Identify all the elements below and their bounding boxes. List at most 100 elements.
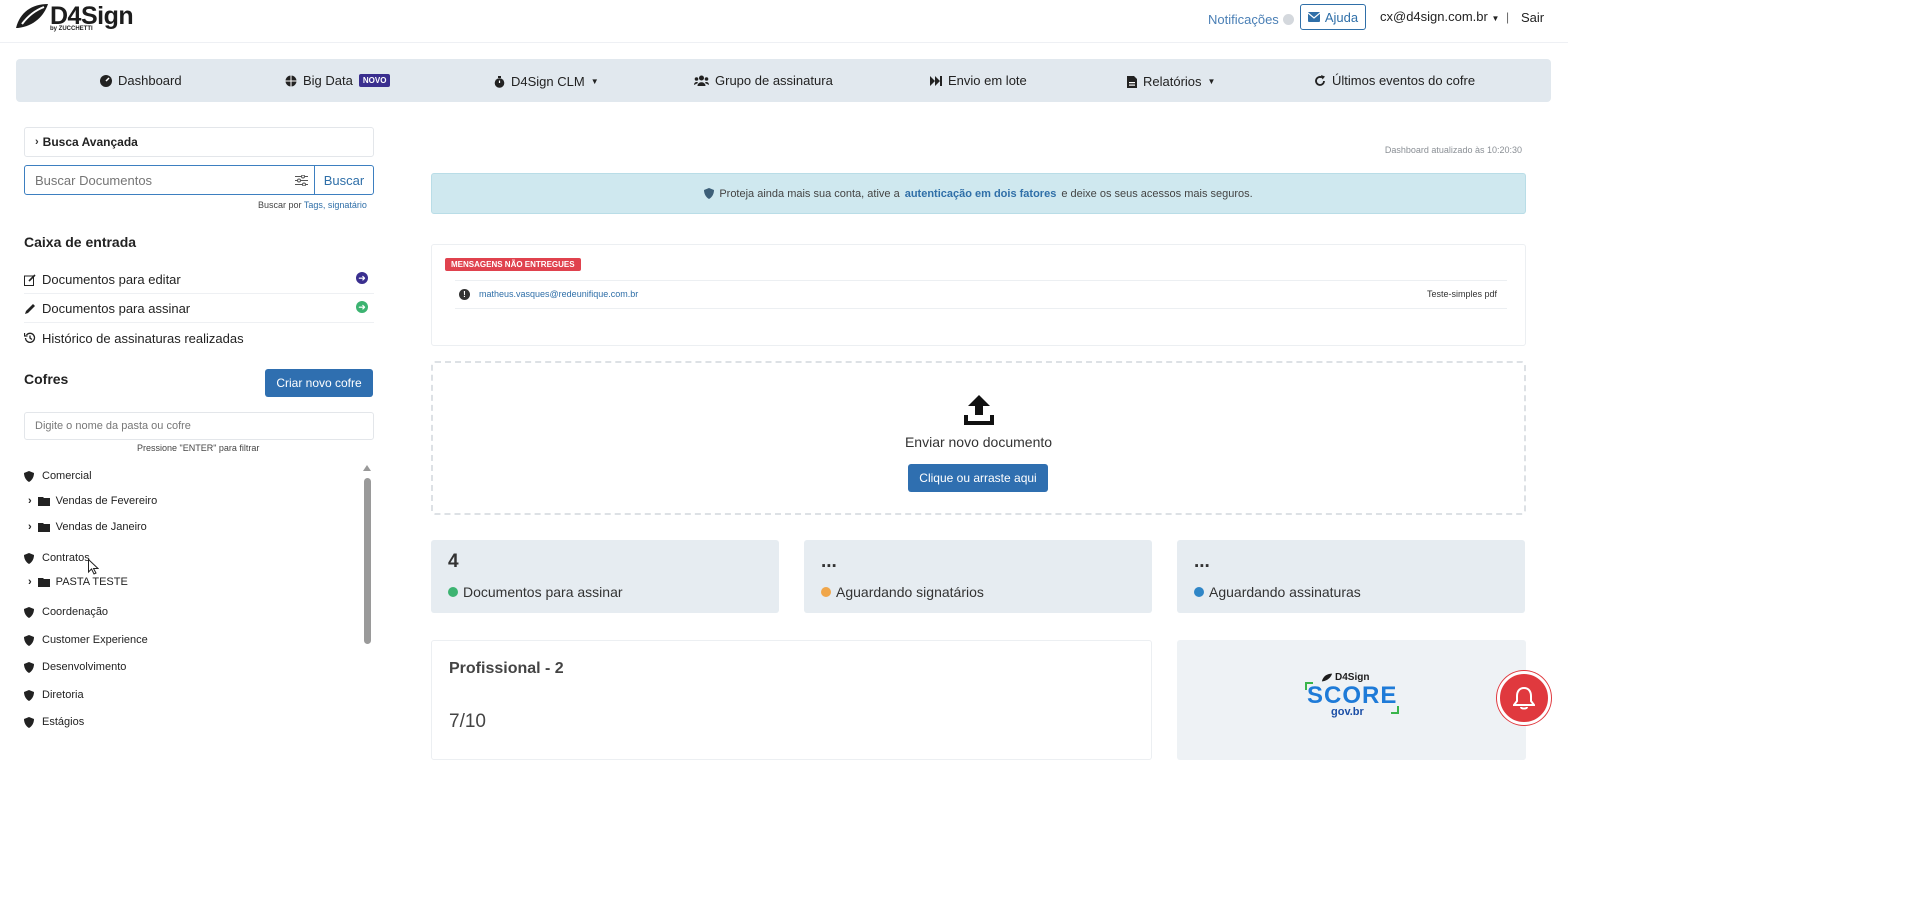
nav-dashboard[interactable]: Dashboard [100,73,182,88]
folder-icon [37,523,50,532]
main-nav: Dashboard Big Data NOVO D4Sign CLM ▼ Gru… [16,59,1551,102]
search-button[interactable]: Buscar [314,166,373,194]
cofre-label: Desenvolvimento [42,661,127,673]
folder-filter-hint: Pressione "ENTER" para filtrar [137,443,260,453]
nav-lote[interactable]: Envio em lote [930,73,1027,88]
chevron-right-icon: › [28,521,32,533]
message-email[interactable]: matheus.vasques@redeunifique.com.br [479,289,638,299]
stat-label-text: Aguardando signatários [836,584,984,600]
govbr-text: gov.br [1331,706,1364,718]
notification-bell-button[interactable] [1497,671,1551,725]
leaf-logo-icon [1321,673,1333,682]
inbox-sign-documents[interactable]: Documentos para assinar ➜ [24,295,374,323]
stat-card-to-sign[interactable]: 4 Documentos para assinar [431,540,779,613]
bell-icon [1513,686,1535,710]
logout-link[interactable]: Sair [1521,10,1544,25]
history-icon [24,332,36,343]
search-hint-links[interactable]: Tags, signatário [304,200,367,210]
upload-title: Enviar novo documento [904,434,1053,450]
help-label: Ajuda [1324,9,1359,25]
plan-usage: 7/10 [449,711,486,732]
nav-bigdata[interactable]: Big Data NOVO [285,73,391,88]
stat-value: 4 [448,551,459,572]
cofre-label: Estágios [42,716,85,728]
notifications-label: Notificações [1208,12,1279,27]
chevron-right-icon: › [28,576,32,588]
shield-icon [24,552,34,564]
search-hint: Buscar por Tags, signatário [258,200,367,210]
nav-eventos[interactable]: Últimos eventos do cofre [1314,73,1475,88]
status-dot [448,587,458,597]
scroll-up-arrow[interactable] [363,465,371,471]
upload-dropzone[interactable]: Enviar novo documento Clique ou arraste … [431,361,1526,515]
nav-clm[interactable]: D4Sign CLM ▼ [494,74,599,89]
inbox-edit-documents[interactable]: Documentos para editar ➜ [24,266,374,294]
leaf-logo-icon [16,4,48,28]
user-menu[interactable]: cx@d4sign.com.br ▼ [1380,9,1499,24]
status-dot [821,587,831,597]
stat-label-text: Aguardando assinaturas [1209,584,1361,600]
upload-icon [964,395,994,425]
cofre-diretoria[interactable]: Diretoria [24,689,84,701]
score-govbr-card[interactable]: D4Sign SCORE gov.br [1177,640,1526,760]
nav-lote-label: Envio em lote [948,73,1027,88]
folder-pasta-teste[interactable]: › PASTA TESTE [28,576,128,588]
chevron-down-icon: ▼ [590,77,599,86]
cofre-comercial[interactable]: Comercial [24,470,92,482]
plan-card: Profissional - 2 7/10 [431,640,1152,760]
shield-icon [704,188,715,199]
stopwatch-icon [494,75,505,88]
cofre-customer-experience[interactable]: Customer Experience [24,634,148,646]
stat-label-text: Documentos para assinar [463,584,623,600]
divider: | [1506,10,1510,24]
cofre-contratos[interactable]: Contratos [24,552,90,564]
cofre-label: Diretoria [42,689,84,701]
user-email: cx@d4sign.com.br [1380,9,1488,24]
upload-button[interactable]: Clique ou arraste aqui [908,464,1048,492]
notifications-link[interactable]: Notificações [1208,12,1294,27]
undelivered-message-row[interactable]: ! matheus.vasques@redeunifique.com.br Te… [455,280,1507,309]
undelivered-badge: MENSAGENS NÃO ENTREGUES [445,258,581,271]
search-input[interactable] [25,166,288,194]
stat-card-awaiting-signatures[interactable]: ... Aguardando assinaturas [1177,540,1525,613]
cofre-label: Customer Experience [42,634,148,646]
folder-vendas-janeiro[interactable]: › Vendas de Janeiro [28,521,147,533]
inbox-item-label: Documentos para editar [42,272,181,287]
folder-label: PASTA TESTE [55,576,128,588]
nav-relatorios[interactable]: Relatórios ▼ [1127,74,1215,89]
stat-value: ... [1194,551,1210,572]
filter-button[interactable] [288,166,314,194]
nav-grupo[interactable]: Grupo de assinatura [694,73,833,88]
d4sign-logo[interactable]: D4Sign by ZUCCHETTI [14,2,134,32]
cofre-desenvolvimento[interactable]: Desenvolvimento [24,661,126,673]
arrow-right-icon: ➜ [356,272,368,284]
folder-label: Vendas de Fevereiro [55,495,158,507]
document-search: Buscar [24,165,374,195]
nav-bigdata-label: Big Data [303,73,353,88]
fast-forward-icon [930,75,942,86]
shield-icon [24,634,34,646]
inbox-history[interactable]: Histórico de assinaturas realizadas [24,324,374,352]
stat-value: ... [821,551,837,572]
nav-grupo-label: Grupo de assinatura [715,73,833,88]
advanced-search-label: Busca Avançada [42,135,138,149]
envelope-icon [1307,12,1320,22]
scrollbar[interactable] [364,478,371,644]
advanced-search-toggle[interactable]: › Busca Avançada [24,127,374,157]
cofre-coordenacao[interactable]: Coordenação [24,606,108,618]
help-button[interactable]: Ajuda [1300,4,1366,30]
two-factor-link[interactable]: autenticação em dois fatores [905,188,1057,200]
cofre-estagios[interactable]: Estágios [24,716,84,728]
stat-card-awaiting-signers[interactable]: ... Aguardando signatários [804,540,1152,613]
new-cofre-button[interactable]: Criar novo cofre [265,369,373,397]
folder-filter-input[interactable]: Digite o nome da pasta ou cofre [24,412,374,440]
message-document[interactable]: Teste-simples pdf [1427,289,1497,299]
cofre-label: Coordenação [42,606,109,618]
edit-icon [24,273,36,286]
search-hint-prefix: Buscar por [258,200,304,210]
notifications-dot [1282,14,1294,25]
folder-vendas-fevereiro[interactable]: › Vendas de Fevereiro [28,495,157,507]
arrow-right-icon: ➜ [356,301,368,313]
status-dot [1194,587,1204,597]
refresh-icon [1315,74,1325,86]
